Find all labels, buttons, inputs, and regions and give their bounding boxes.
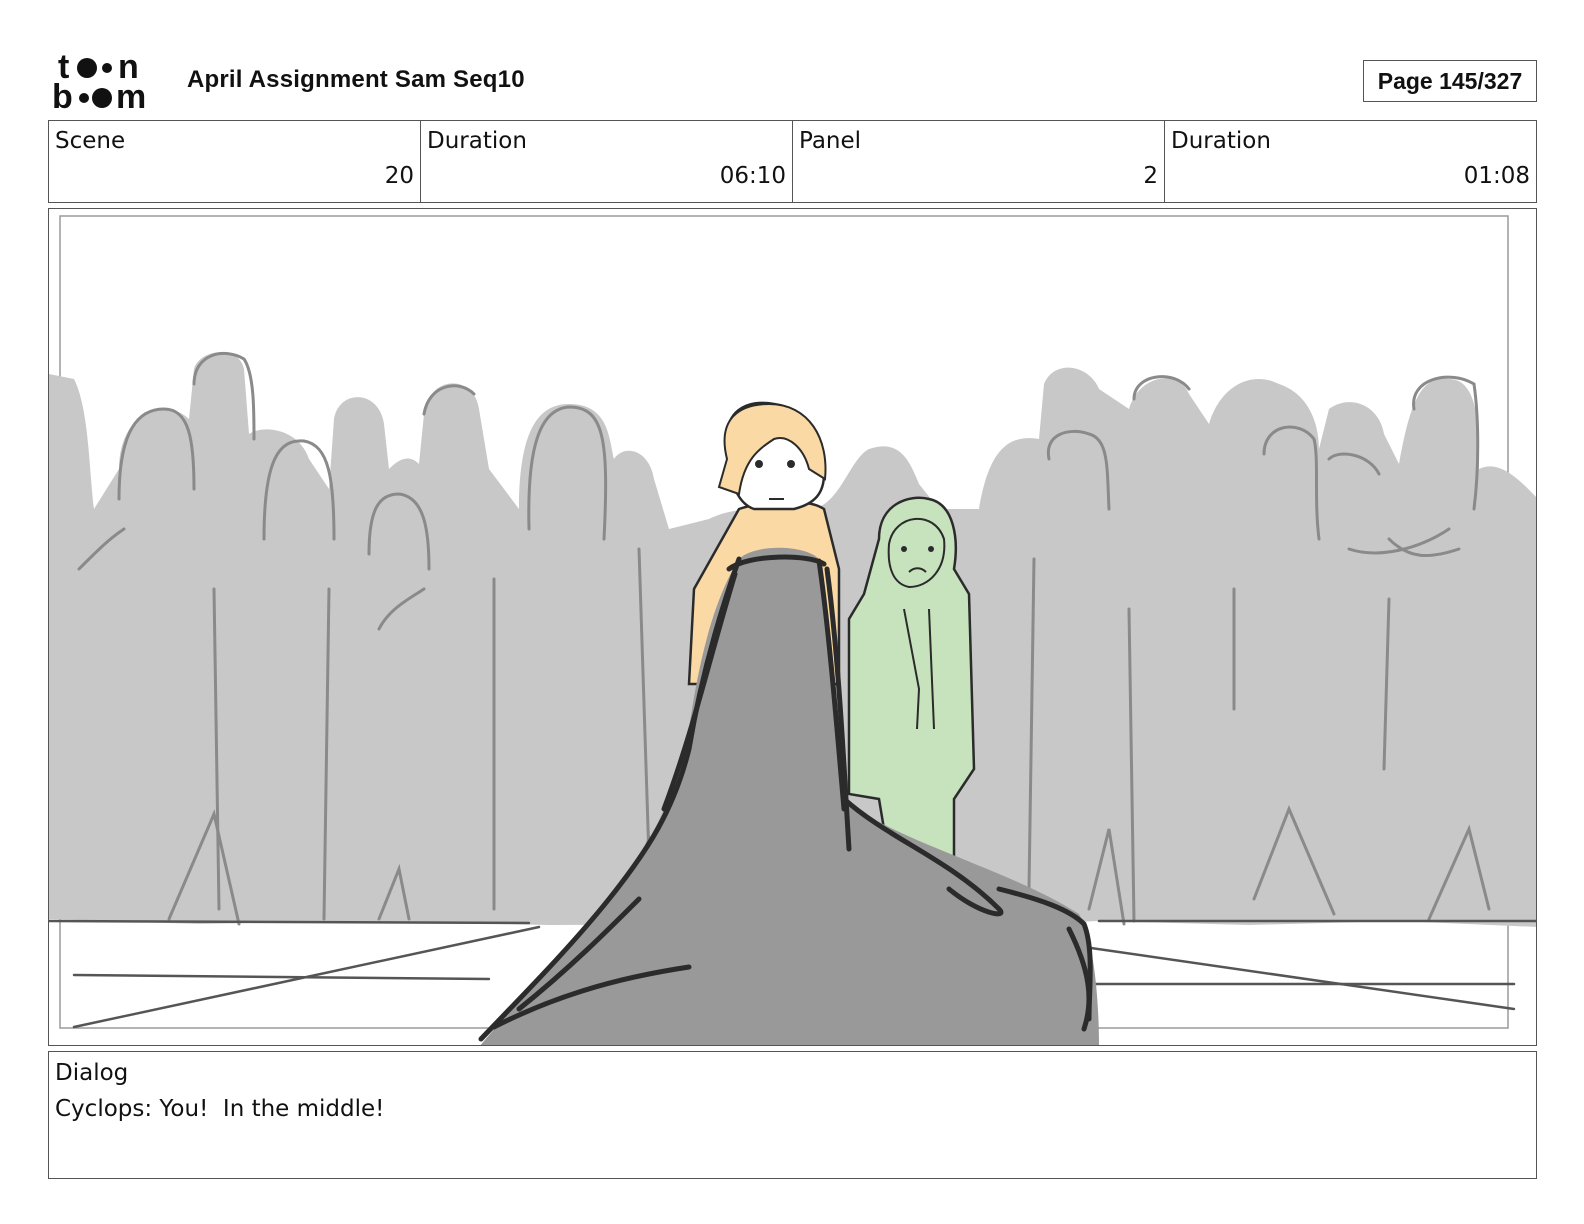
scene-label: Scene — [55, 128, 126, 154]
document-title: April Assignment Sam Seq10 — [187, 66, 525, 93]
scene-duration-label: Duration — [427, 128, 527, 154]
panel-cell: Panel 2 — [793, 121, 1165, 202]
svg-text:m: m — [116, 78, 146, 112]
panel-duration-value: 01:08 — [1463, 163, 1530, 189]
panel-label: Panel — [799, 128, 862, 154]
dialog-label: Dialog — [55, 1060, 129, 1086]
scene-cell: Scene 20 — [49, 121, 421, 202]
panel-duration-label: Duration — [1171, 128, 1271, 154]
scene-value: 20 — [384, 163, 414, 189]
dialog-text: Cyclops: You! In the middle! — [55, 1096, 385, 1122]
scene-duration-value: 06:10 — [719, 163, 786, 189]
panel-value: 2 — [1143, 163, 1158, 189]
dialog-box: Dialog Cyclops: You! In the middle! — [48, 1051, 1537, 1179]
scene-info-row: Scene 20 Duration 06:10 Panel 2 Duration… — [48, 120, 1537, 203]
page-number: Page 145/327 — [1363, 60, 1537, 102]
scene-duration-cell: Duration 06:10 — [421, 121, 793, 202]
storyboard-panel — [48, 208, 1537, 1046]
toon-boom-logo: t n b m — [52, 50, 146, 112]
svg-text:b: b — [52, 78, 73, 112]
panel-duration-cell: Duration 01:08 — [1165, 121, 1536, 202]
storyboard-sketch-icon — [49, 215, 1536, 1045]
